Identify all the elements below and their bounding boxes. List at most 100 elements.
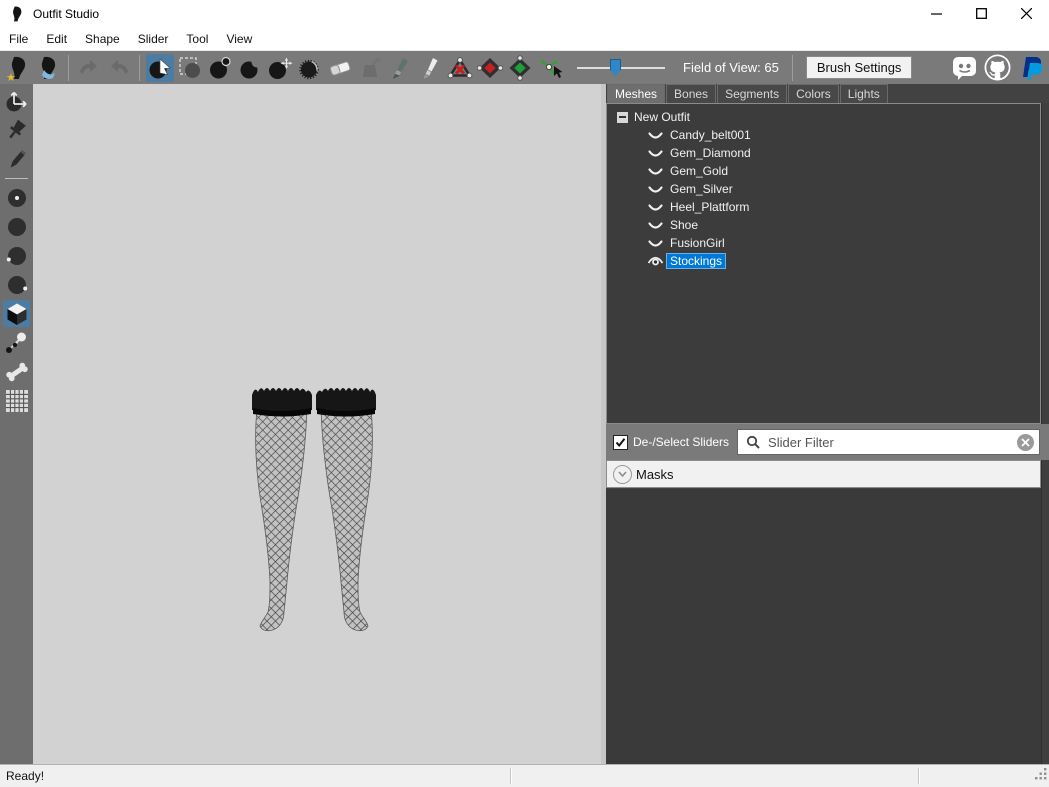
eye-closed-icon[interactable] [647,183,664,196]
collapse-expander-icon[interactable] [617,112,628,123]
discord-icon[interactable] [950,53,978,81]
toolbar-separator [5,178,28,179]
fov-slider-handle[interactable] [610,59,621,77]
menu-tool[interactable]: Tool [177,29,217,49]
masks-section-header[interactable]: Masks [606,460,1041,488]
deflate-brush-tool[interactable] [236,54,264,82]
color-brush-tool[interactable] [386,54,414,82]
window-title: Outfit Studio [33,7,99,21]
brush-settings-button[interactable]: Brush Settings [806,56,913,79]
resize-grip-icon[interactable] [1034,767,1047,785]
undo-button[interactable] [75,54,103,82]
pin-vertex-tool[interactable] [3,117,30,144]
eye-open-icon[interactable] [647,255,664,268]
eye-closed-icon[interactable] [647,237,664,250]
titlebar: Outfit Studio [0,0,1049,27]
tab-segments[interactable]: Segments [717,84,787,103]
left-toolbar [0,84,33,764]
split-edge-tool[interactable] [506,54,534,82]
tab-bones[interactable]: Bones [666,84,716,103]
grid-toggle[interactable] [3,387,30,414]
tab-meshes[interactable]: Meshes [607,84,665,103]
smooth-brush-tool[interactable] [296,54,324,82]
menu-shape[interactable]: Shape [76,29,129,49]
outfit-studio-window: Outfit Studio FileEditShapeSliderToolVie… [0,0,1049,787]
status-divider [510,768,512,784]
viewport-3d[interactable] [33,84,601,764]
eye-closed-icon[interactable] [647,219,664,232]
status-bar: Ready! [0,764,1049,787]
bones-toggle[interactable] [3,358,30,385]
masks-label: Masks [636,467,674,482]
eye-closed-icon[interactable] [647,129,664,142]
weight-brush-tool[interactable] [356,54,384,82]
new-project-button[interactable]: ★ [4,54,32,82]
menu-slider[interactable]: Slider [129,29,178,49]
tree-item-gem_silver[interactable]: Gem_Silver [647,180,1040,198]
move-brush-tool[interactable] [266,54,294,82]
github-icon[interactable] [983,53,1011,81]
tree-item-shoe[interactable]: Shoe [647,216,1040,234]
tree-root-row[interactable]: New Outfit [617,108,1040,126]
menu-view[interactable]: View [217,29,261,49]
tree-item-gem_diamond[interactable]: Gem_Diamond [647,144,1040,162]
tab-colors[interactable]: Colors [788,84,839,103]
deselect-sliders-label: De-/Select Sliders [633,435,729,449]
maximize-button[interactable] [959,0,1004,27]
meshes-tree: New Outfit Candy_belt001Gem_DiamondGem_G… [606,103,1041,424]
clear-filter-icon[interactable] [1017,434,1034,451]
eye-closed-icon[interactable] [647,165,664,178]
fov-label: Field of View: 65 [683,60,779,75]
flip-edge-tool[interactable] [476,54,504,82]
alpha-brush-tool[interactable] [416,54,444,82]
slider-filter-bar: De-/Select Sliders [606,424,1049,460]
tree-item-fusiongirl[interactable]: FusionGirl [647,234,1040,252]
load-project-button[interactable] [34,54,62,82]
tab-lights[interactable]: Lights [840,84,888,103]
xmirror-toggle[interactable] [3,300,30,327]
brush-falloff-left[interactable] [3,242,30,269]
tree-item-label: Gem_Gold [666,163,732,179]
tree-item-stockings[interactable]: Stockings [647,252,1040,270]
tree-item-heel_plattform[interactable]: Heel_Plattform [647,198,1040,216]
eye-closed-icon[interactable] [647,201,664,214]
minimize-button[interactable] [914,0,959,27]
mask-brush-tool[interactable] [176,54,204,82]
tree-item-label: FusionGirl [666,235,729,251]
tree-item-gem_gold[interactable]: Gem_Gold [647,162,1040,180]
select-tool[interactable] [146,54,174,82]
brush-falloff-solid[interactable] [3,213,30,240]
tree-item-label: Gem_Silver [666,181,737,197]
fov-slider-track [577,67,665,69]
brush-falloff-center[interactable] [3,184,30,211]
transform-tool[interactable] [3,88,30,115]
toolbar-separator [68,55,69,81]
tree-item-candy_belt001[interactable]: Candy_belt001 [647,126,1040,144]
connected-vertices-toggle[interactable] [3,329,30,356]
tree-item-label: Stockings [666,253,726,269]
paypal-icon[interactable] [1016,53,1044,81]
status-text: Ready! [6,769,44,783]
deselect-sliders-checkbox[interactable] [613,435,628,450]
eye-closed-icon[interactable] [647,147,664,160]
menu-edit[interactable]: Edit [37,29,76,49]
inflate-brush-tool[interactable] [206,54,234,82]
close-button[interactable] [1004,0,1049,27]
svg-text:★: ★ [6,72,16,81]
chevron-down-icon[interactable] [613,465,632,484]
redo-button[interactable] [105,54,133,82]
undiff-brush-tool[interactable] [326,54,354,82]
collapse-vertex-tool[interactable] [446,54,474,82]
sliders-empty-area [606,489,1041,764]
menu-bar: FileEditShapeSliderToolView [0,27,1049,51]
status-divider [918,768,920,784]
stockings-model [250,383,378,633]
slider-filter-input[interactable] [766,434,1017,451]
outfit-tree-items: Candy_belt001Gem_DiamondGem_Gold Gem_Silv… [607,126,1040,270]
move-vertex-tool[interactable] [536,54,564,82]
brush-falloff-right[interactable] [3,271,30,298]
fov-slider[interactable] [577,58,665,78]
pencil-edit-tool[interactable] [3,146,30,173]
menu-file[interactable]: File [0,29,37,49]
main-area: MeshesBonesSegmentsColorsLights New Outf… [0,84,1049,764]
